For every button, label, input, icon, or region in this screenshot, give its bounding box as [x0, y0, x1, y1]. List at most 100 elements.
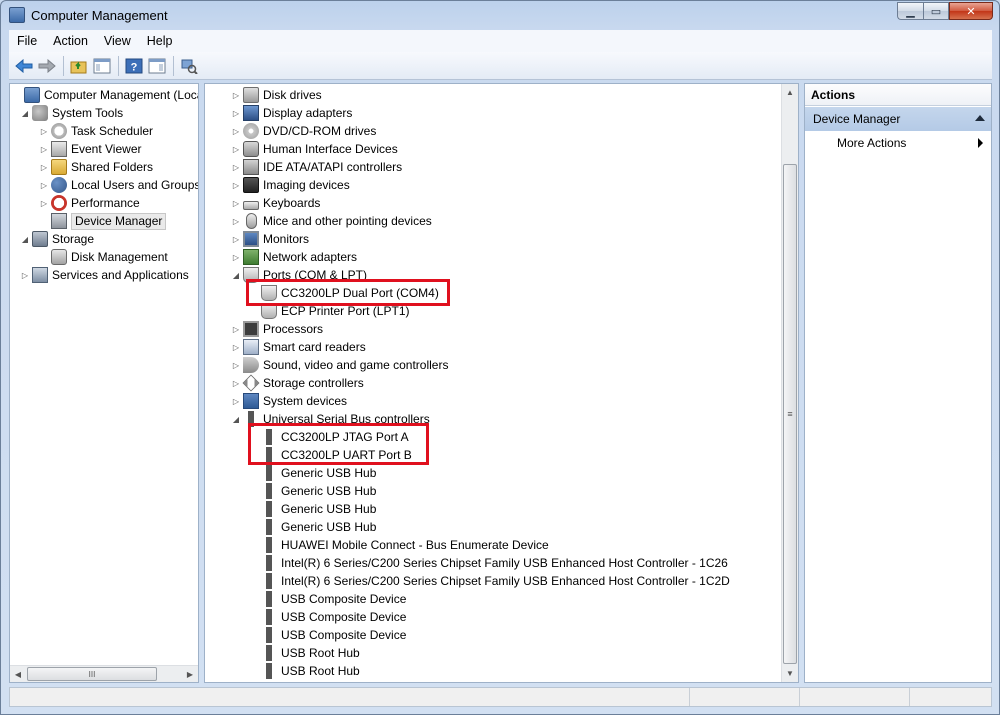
- actions-section-device-manager[interactable]: Device Manager: [805, 107, 991, 131]
- tree-item-shared-folders[interactable]: ▷ Shared Folders: [39, 158, 153, 176]
- mouse-icon: [246, 213, 257, 229]
- back-button[interactable]: [13, 55, 35, 77]
- expand-arrow-icon[interactable]: ▷: [231, 338, 241, 356]
- console-tree-pane[interactable]: Computer Management (Local ◢ System Tool…: [9, 83, 199, 683]
- device-category-display-adapters[interactable]: ▷ Display adapters: [231, 104, 352, 122]
- camera-icon: [243, 177, 259, 193]
- collapse-triangle-icon[interactable]: [975, 115, 985, 121]
- expand-arrow-icon[interactable]: ▷: [39, 194, 49, 212]
- menu-help[interactable]: Help: [139, 34, 181, 48]
- device-category-system-devices[interactable]: ▷ System devices: [231, 392, 347, 410]
- usb-icon: [261, 555, 277, 571]
- device-usb-root-hub[interactable]: USB Root Hub: [261, 662, 360, 680]
- device-category-mice[interactable]: ▷ Mice and other pointing devices: [231, 212, 432, 230]
- device-generic-usb-hub[interactable]: Generic USB Hub: [261, 518, 376, 536]
- expand-arrow-icon[interactable]: ▷: [39, 122, 49, 140]
- collapse-arrow-icon[interactable]: ◢: [20, 230, 30, 248]
- tree-item-disk-management[interactable]: Disk Management: [39, 248, 168, 266]
- device-intel-usb-host-controller-1c26[interactable]: Intel(R) 6 Series/C200 Series Chipset Fa…: [261, 554, 728, 572]
- scroll-up-arrow-icon[interactable]: ▲: [782, 84, 798, 101]
- device-category-keyboards[interactable]: ▷ Keyboards: [231, 194, 320, 212]
- tree-item-device-manager[interactable]: Device Manager: [39, 212, 167, 230]
- device-usb-root-hub[interactable]: USB Root Hub: [261, 644, 360, 662]
- expand-arrow-icon[interactable]: ▷: [231, 374, 241, 392]
- expand-arrow-icon[interactable]: ▷: [231, 158, 241, 176]
- collapse-arrow-icon[interactable]: ◢: [231, 410, 241, 428]
- forward-button[interactable]: [36, 55, 58, 77]
- device-category-hid[interactable]: ▷ Human Interface Devices: [231, 140, 398, 158]
- keyboard-icon: [243, 200, 259, 210]
- tree-item-storage[interactable]: ◢ Storage: [20, 230, 94, 248]
- device-category-storage-controllers[interactable]: ▷ Storage controllers: [231, 374, 364, 392]
- tree-item-system-tools[interactable]: ◢ System Tools: [20, 104, 123, 122]
- expand-arrow-icon[interactable]: ▷: [231, 212, 241, 230]
- scroll-thumb[interactable]: III: [27, 667, 157, 681]
- expand-arrow-icon[interactable]: ▷: [39, 176, 49, 194]
- scan-hardware-changes-button[interactable]: [178, 55, 200, 77]
- expand-arrow-icon[interactable]: ▷: [231, 176, 241, 194]
- device-usb-composite-device[interactable]: USB Composite Device: [261, 608, 406, 626]
- title-bar[interactable]: Computer Management ▁ ▭ ✕: [1, 1, 999, 29]
- device-category-imaging[interactable]: ▷ Imaging devices: [231, 176, 350, 194]
- show-hide-console-tree-button[interactable]: [91, 55, 113, 77]
- expand-arrow-icon[interactable]: ▷: [231, 122, 241, 140]
- device-category-dvd-cd-rom[interactable]: ▷ DVD/CD-ROM drives: [231, 122, 376, 140]
- more-actions-item[interactable]: More Actions: [837, 136, 906, 150]
- close-button[interactable]: ✕: [949, 2, 993, 20]
- expand-arrow-icon[interactable]: ▷: [231, 356, 241, 374]
- device-usb-composite-device[interactable]: USB Composite Device: [261, 626, 406, 644]
- device-tree-pane[interactable]: ▷ Disk drives ▷ Display adapters ▷ DVD/C…: [204, 83, 799, 683]
- device-category-disk-drives[interactable]: ▷ Disk drives: [231, 86, 322, 104]
- device-category-ide-ata[interactable]: ▷ IDE ATA/ATAPI controllers: [231, 158, 402, 176]
- collapse-arrow-icon[interactable]: ◢: [20, 104, 30, 122]
- tree-item-services-and-applications[interactable]: ▷ Services and Applications: [20, 266, 189, 284]
- help-button[interactable]: ?: [123, 55, 145, 77]
- device-category-processors[interactable]: ▷ Processors: [231, 320, 323, 338]
- expand-arrow-icon[interactable]: ▷: [39, 158, 49, 176]
- menu-action[interactable]: Action: [45, 34, 96, 48]
- tree-item-event-viewer[interactable]: ▷ Event Viewer: [39, 140, 141, 158]
- menu-view[interactable]: View: [96, 34, 139, 48]
- minimize-button[interactable]: ▁: [897, 2, 923, 20]
- expand-arrow-icon[interactable]: ▷: [231, 104, 241, 122]
- scroll-left-arrow-icon[interactable]: ◀: [10, 666, 26, 682]
- device-category-network-adapters[interactable]: ▷ Network adapters: [231, 248, 357, 266]
- usb-icon: [261, 537, 277, 553]
- device-generic-usb-hub[interactable]: Generic USB Hub: [261, 482, 376, 500]
- device-tree-vertical-scrollbar[interactable]: ▲ ≡ ▼: [781, 84, 798, 682]
- tree-item-computer-management[interactable]: Computer Management (Local: [12, 86, 198, 104]
- device-usb-composite-device[interactable]: USB Composite Device: [261, 590, 406, 608]
- device-generic-usb-hub[interactable]: Generic USB Hub: [261, 464, 376, 482]
- scroll-right-arrow-icon[interactable]: ▶: [182, 666, 198, 682]
- expand-arrow-icon[interactable]: ▷: [231, 320, 241, 338]
- device-category-smart-card-readers[interactable]: ▷ Smart card readers: [231, 338, 366, 356]
- expand-arrow-icon[interactable]: ▷: [231, 86, 241, 104]
- device-generic-usb-hub[interactable]: Generic USB Hub: [261, 500, 376, 518]
- device-category-sound[interactable]: ▷ Sound, video and game controllers: [231, 356, 448, 374]
- usb-icon: [261, 627, 277, 643]
- forward-arrow-icon: [38, 58, 56, 73]
- left-horizontal-scrollbar[interactable]: ◀ III ▶: [10, 665, 198, 682]
- scroll-thumb[interactable]: ≡: [783, 164, 797, 664]
- expand-arrow-icon[interactable]: ▷: [231, 230, 241, 248]
- expand-arrow-icon[interactable]: ▷: [20, 266, 30, 284]
- expand-arrow-icon[interactable]: ▷: [231, 248, 241, 266]
- menu-file[interactable]: File: [9, 34, 45, 48]
- collapse-arrow-icon[interactable]: ◢: [231, 266, 241, 284]
- maximize-button[interactable]: ▭: [923, 2, 949, 20]
- tree-item-task-scheduler[interactable]: ▷ Task Scheduler: [39, 122, 153, 140]
- expand-arrow-icon[interactable]: ▷: [231, 392, 241, 410]
- show-hide-action-pane-button[interactable]: [146, 55, 168, 77]
- tree-item-local-users-and-groups[interactable]: ▷ Local Users and Groups: [39, 176, 198, 194]
- device-intel-usb-host-controller-1c2d[interactable]: Intel(R) 6 Series/C200 Series Chipset Fa…: [261, 572, 730, 590]
- expand-arrow-icon[interactable]: ▷: [231, 140, 241, 158]
- expand-arrow-icon[interactable]: ▷: [39, 140, 49, 158]
- tree-item-performance[interactable]: ▷ Performance: [39, 194, 140, 212]
- scroll-down-arrow-icon[interactable]: ▼: [782, 665, 798, 682]
- up-one-level-button[interactable]: [68, 55, 90, 77]
- dvd-drive-icon: [243, 123, 259, 139]
- expand-arrow-icon[interactable]: ▷: [231, 194, 241, 212]
- status-bar: [9, 687, 992, 707]
- device-huawei-mobile-connect[interactable]: HUAWEI Mobile Connect - Bus Enumerate De…: [261, 536, 549, 554]
- device-category-monitors[interactable]: ▷ Monitors: [231, 230, 309, 248]
